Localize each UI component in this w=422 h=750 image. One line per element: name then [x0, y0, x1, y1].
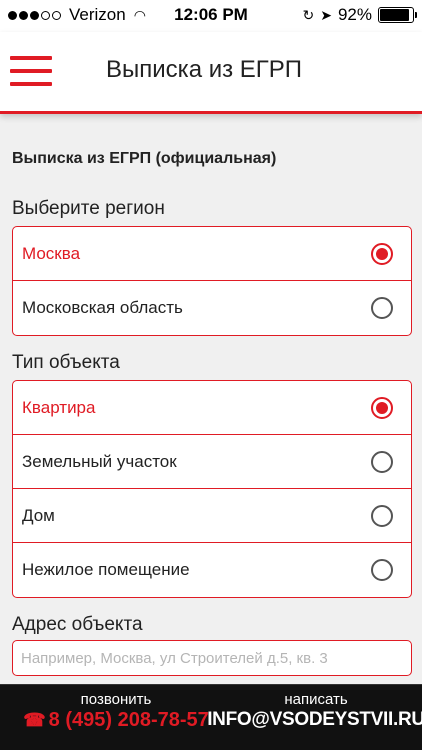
form-title: Выписка из ЕГРП (официальная) [12, 150, 277, 167]
footer-bar: позвонить ☎ 8 (495) 208-78-57 написать I… [0, 684, 422, 750]
status-right: ↻ ➤ 92% [302, 5, 417, 25]
option-label: Московская область [22, 298, 183, 317]
radio-icon[interactable] [371, 242, 393, 265]
battery-fill [380, 9, 410, 21]
object-type-option-house[interactable]: Дом [13, 489, 411, 543]
radio-icon[interactable] [371, 396, 393, 419]
option-label: Дом [22, 505, 55, 525]
object-type-label: Тип объекта [12, 352, 120, 373]
radio-icon[interactable] [371, 297, 393, 319]
write-section[interactable]: написать INFO@VSODEYSTVII.RU [207, 691, 422, 731]
email-link[interactable]: INFO@VSODEYSTVII.RU [207, 709, 422, 731]
region-options: Москва Московская область [12, 226, 412, 336]
hamburger-menu-icon[interactable] [10, 56, 52, 86]
region-label: Выберите регион [12, 198, 165, 219]
rotation-lock-icon: ↻ [302, 6, 315, 23]
option-label: Земельный участок [22, 451, 177, 471]
region-option-moscow[interactable]: Москва [13, 227, 411, 281]
radio-icon[interactable] [371, 559, 393, 581]
option-label: Квартира [22, 397, 96, 417]
nav-bar: Выписка из ЕГРП [0, 32, 422, 114]
call-label: позвонить [80, 691, 152, 708]
object-type-option-apartment[interactable]: Квартира [13, 381, 411, 435]
menu-line [10, 69, 52, 73]
object-type-option-land[interactable]: Земельный участок [13, 435, 411, 489]
phone-number: 8 (495) 208-78-57 [48, 709, 209, 731]
battery-icon [378, 7, 417, 23]
write-label: написать [284, 691, 348, 708]
status-bar: Verizon ◠ 12:06 PM ↻ ➤ 92% [0, 0, 422, 32]
call-section[interactable]: позвонить ☎ 8 (495) 208-78-57 [23, 691, 209, 732]
radio-icon[interactable] [371, 504, 393, 527]
option-label: Нежилое помещение [22, 560, 190, 579]
region-option-moscow-oblast[interactable]: Московская область [13, 281, 411, 335]
option-label: Москва [22, 243, 81, 263]
menu-line [10, 56, 52, 60]
address-label: Адрес объекта [12, 614, 143, 635]
phone-link[interactable]: ☎ 8 (495) 208-78-57 [23, 709, 209, 732]
object-type-options: Квартира Земельный участок Дом Нежилое п… [12, 380, 412, 598]
radio-icon[interactable] [371, 450, 393, 473]
address-input[interactable] [12, 640, 412, 676]
object-type-option-nonresidential[interactable]: Нежилое помещение [13, 543, 411, 597]
page-title: Выписка из ЕГРП [106, 56, 303, 83]
menu-line [10, 82, 52, 86]
phone-icon: ☎ [23, 710, 46, 730]
location-arrow-icon: ➤ [320, 6, 332, 23]
battery-percent: 92% [337, 5, 372, 24]
